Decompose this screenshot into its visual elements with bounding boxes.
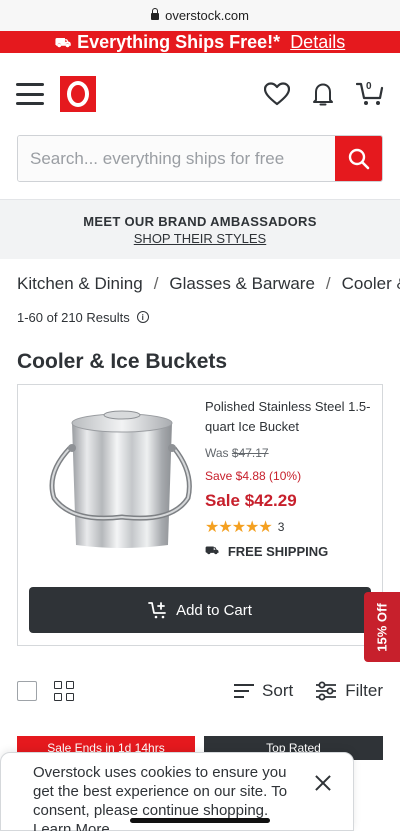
- product-name[interactable]: Polished Stainless Steel 1.5-quart Ice B…: [205, 397, 376, 437]
- breadcrumb-item[interactable]: Cooler & Ice Buckets: [342, 274, 400, 294]
- sort-button[interactable]: Sort: [234, 681, 293, 701]
- grid-view-icon[interactable]: [54, 681, 74, 701]
- rating[interactable]: ★★★★★ 3: [205, 517, 376, 537]
- breadcrumb-item[interactable]: Kitchen & Dining: [17, 274, 143, 294]
- promo-text: Everything Ships Free!*: [77, 32, 281, 52]
- search-button[interactable]: [335, 136, 382, 181]
- close-icon[interactable]: [315, 775, 331, 791]
- compare-checkbox[interactable]: [17, 681, 37, 701]
- results-toolbar: Sort Filter: [17, 676, 383, 706]
- lock-icon: [151, 8, 160, 20]
- filter-button[interactable]: Filter: [315, 681, 383, 701]
- search-bar: [17, 135, 383, 182]
- search-icon: [348, 148, 369, 169]
- discount-tab[interactable]: 15% Off: [364, 592, 400, 662]
- info-icon[interactable]: i: [136, 311, 149, 323]
- promo-details-link[interactable]: Details: [290, 32, 345, 53]
- free-shipping: ⛟ FREE SHIPPING: [205, 544, 376, 559]
- results-text: 1-60 of 210 Results: [17, 309, 130, 325]
- shipping-label: FREE SHIPPING: [227, 544, 329, 559]
- promo-banner: ⛟ Everything Ships Free!* Details: [0, 31, 400, 53]
- page-title: Cooler & Ice Buckets: [17, 350, 228, 373]
- bell-icon[interactable]: [312, 81, 334, 107]
- product-card[interactable]: Polished Stainless Steel 1.5-quart Ice B…: [17, 384, 383, 646]
- browser-url-bar[interactable]: overstock.com: [0, 0, 400, 31]
- add-to-cart-icon: [148, 602, 166, 619]
- add-to-cart-button[interactable]: Add to Cart: [29, 587, 371, 633]
- sort-icon: [234, 684, 255, 698]
- filter-label: Filter: [345, 681, 383, 700]
- was-price: Was $47.17: [205, 446, 376, 460]
- breadcrumb-separator: /: [153, 274, 159, 293]
- ice-bucket-image[interactable]: [42, 403, 202, 553]
- discount-tab-label: 15% Off: [374, 602, 390, 652]
- url-text: overstock.com: [165, 8, 249, 23]
- menu-icon[interactable]: [16, 83, 44, 105]
- breadcrumb: Kitchen & Dining / Glasses & Barware / C…: [0, 259, 400, 309]
- home-indicator: [130, 818, 270, 823]
- sale-price: Sale $42.29: [205, 491, 297, 510]
- ambassadors-banner: MEET OUR BRAND AMBASSADORS SHOP THEIR ST…: [0, 200, 400, 259]
- truck-icon: ⛟: [54, 35, 72, 50]
- search-input[interactable]: [18, 136, 335, 181]
- learn-more-link[interactable]: Learn More: [33, 821, 110, 831]
- heart-icon[interactable]: [264, 82, 290, 106]
- cookie-text: Overstock uses cookies to ensure you get…: [33, 764, 288, 819]
- review-count: 3: [277, 520, 285, 534]
- was-amount: $47.17: [231, 446, 269, 460]
- cart-count: 0: [366, 81, 372, 92]
- truck-icon: ⛟: [205, 544, 219, 557]
- breadcrumb-separator: /: [325, 274, 331, 293]
- overstock-logo[interactable]: [60, 76, 96, 112]
- was-label: Was: [205, 446, 229, 460]
- add-to-cart-label: Add to Cart: [176, 601, 252, 619]
- cart-button[interactable]: 0: [356, 81, 384, 107]
- shop-their-styles-link[interactable]: SHOP THEIR STYLES: [134, 231, 266, 246]
- sort-label: Sort: [262, 681, 294, 700]
- site-header: 0: [0, 53, 400, 135]
- ambassadors-title: MEET OUR BRAND AMBASSADORS: [83, 214, 317, 229]
- breadcrumb-item[interactable]: Glasses & Barware: [169, 274, 315, 294]
- star-rating-icon: ★★★★★: [205, 519, 273, 536]
- results-count: 1-60 of 210 Results i: [0, 309, 400, 325]
- savings: Save $4.88 (10%): [205, 469, 302, 483]
- filter-icon: [316, 681, 337, 701]
